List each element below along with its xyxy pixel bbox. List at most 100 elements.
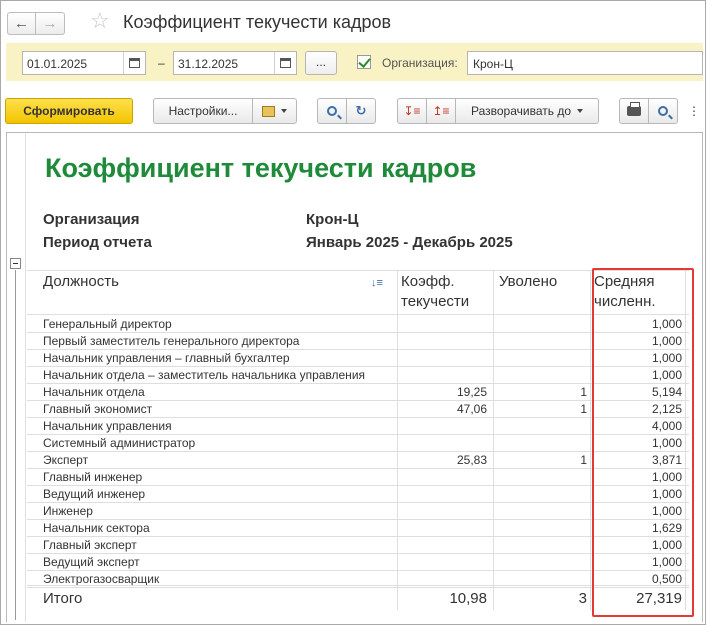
expand-to-button[interactable]: Разворачивать до (455, 98, 599, 124)
table-row[interactable]: Генеральный директор 1,000 (42, 316, 687, 333)
table-row[interactable]: Эксперт 25,83 1 3,871 (42, 452, 687, 469)
row-position: Эксперт (43, 453, 89, 467)
row-avg-headcount: 4,000 (651, 419, 682, 433)
chevron-down-icon (577, 109, 583, 113)
row-avg-headcount: 1,000 (651, 555, 682, 569)
total-row[interactable]: Итого 10,98 3 27,319 (42, 586, 687, 612)
table-row[interactable]: Ведущий эксперт 1,000 (42, 554, 687, 571)
printer-icon (627, 102, 641, 116)
row-avg-headcount: 1,000 (651, 470, 682, 484)
report-window: ← → ☆ Коэффициент текучести кадров 01.01… (0, 0, 706, 625)
table-row[interactable]: Ведущий инженер 1,000 (42, 486, 687, 503)
group-gutter (7, 133, 26, 622)
org-label: Организация (43, 211, 140, 228)
report-variant-button[interactable] (252, 98, 297, 124)
table-row[interactable]: Главный эксперт 1,000 (42, 537, 687, 554)
print-preview-icon (658, 106, 668, 116)
search-refresh-icon: ↻ (355, 103, 367, 118)
table-row[interactable]: Начальник управления 4,000 (42, 418, 687, 435)
sort-descending-button[interactable]: ↧≡ (397, 98, 427, 124)
organization-label: Организация: (382, 56, 458, 70)
period-value: Январь 2025 - Декабрь 2025 (306, 234, 513, 251)
sort-ascending-button[interactable]: ↥≡ (426, 98, 456, 124)
favorite-star-icon[interactable]: ☆ (90, 10, 110, 32)
total-label: Итого (43, 590, 83, 607)
table-row[interactable]: Главный инженер 1,000 (42, 469, 687, 486)
organization-checkbox[interactable] (357, 55, 371, 69)
sort-descending-icon: ↧≡ (403, 104, 421, 118)
row-turnover: 47,06 (456, 402, 487, 416)
print-button[interactable] (619, 98, 649, 124)
table-row[interactable]: Системный администратор 1,000 (42, 435, 687, 452)
table-row[interactable]: Начальник отдела – заместитель начальник… (42, 367, 687, 384)
table-row[interactable]: Начальник сектора 1,629 (42, 520, 687, 537)
arrow-right-icon: → (42, 15, 58, 32)
column-header-avg-headcount[interactable]: Средняя численн. (594, 272, 656, 312)
table-row[interactable]: Первый заместитель генерального директор… (42, 333, 687, 350)
row-position: Системный администратор (43, 436, 196, 450)
collapse-group-icon[interactable] (10, 258, 21, 269)
date-from-field[interactable]: 01.01.2025 (22, 51, 146, 75)
row-position: Инженер (43, 504, 93, 518)
forward-button[interactable]: → (36, 12, 65, 35)
back-button[interactable]: ← (7, 12, 36, 35)
settings-button[interactable]: Настройки... (153, 98, 253, 124)
column-header-turnover[interactable]: Коэфф. текучести (401, 272, 469, 312)
row-avg-headcount: 5,194 (651, 385, 682, 399)
search-button[interactable] (317, 98, 347, 124)
title-bar: ← → ☆ Коэффициент текучести кадров (1, 1, 705, 41)
column-header-position[interactable]: Должность (43, 272, 119, 292)
calendar-icon (129, 58, 140, 68)
search-next-button[interactable]: ↻ (346, 98, 376, 124)
row-avg-headcount: 1,000 (651, 317, 682, 331)
parameters-panel: 01.01.2025 – 31.12.2025 ... Организация:… (6, 43, 703, 81)
table-row[interactable]: Начальник управления – главный бухгалтер… (42, 350, 687, 367)
period-label: Период отчета (43, 234, 152, 251)
row-position: Ведущий инженер (43, 487, 146, 501)
sort-descending-icon[interactable]: ↓≡ (371, 277, 383, 289)
row-position: Главный экономист (43, 402, 153, 416)
row-position: Главный эксперт (43, 538, 137, 552)
column-header-fired[interactable]: Уволено (499, 272, 557, 292)
arrow-left-icon: ← (14, 15, 29, 32)
calendar-button[interactable] (123, 52, 145, 74)
total-fired: 3 (578, 590, 587, 607)
group-line (15, 270, 16, 620)
report-area: Коэффициент текучести кадров Организация… (6, 132, 703, 622)
row-position: Ведущий эксперт (43, 555, 140, 569)
search-icon (327, 106, 337, 116)
column-header-avg-line2: численн. (594, 293, 656, 310)
date-separator: – (158, 56, 165, 70)
period-select-button[interactable]: ... (305, 51, 337, 75)
organization-field[interactable]: Крон-Ц (467, 51, 703, 75)
table-row[interactable]: Начальник отдела 19,25 1 5,194 (42, 384, 687, 401)
row-avg-headcount: 1,000 (651, 368, 682, 382)
row-avg-headcount: 3,871 (651, 453, 682, 467)
print-preview-button[interactable] (648, 98, 678, 124)
row-fired: 1 (580, 402, 587, 416)
row-position: Начальник управления – главный бухгалтер (43, 351, 290, 365)
table-row[interactable]: Главный экономист 47,06 1 2,125 (42, 401, 687, 418)
column-header-turnover-line1: Коэфф. (401, 273, 455, 290)
organization-value: Крон-Ц (473, 57, 513, 71)
column-header-turnover-line2: текучести (401, 293, 470, 310)
row-position: Генеральный директор (43, 317, 172, 331)
calendar-button[interactable] (274, 52, 296, 74)
row-fired: 1 (580, 453, 587, 467)
row-position: Первый заместитель генерального директор… (43, 334, 300, 348)
row-avg-headcount: 1,000 (651, 351, 682, 365)
more-button[interactable]: ⋮ (684, 98, 704, 124)
date-to-field[interactable]: 31.12.2025 (173, 51, 297, 75)
calendar-icon (280, 58, 291, 68)
expand-to-label: Разворачивать до (470, 104, 571, 118)
table-row[interactable]: Инженер 1,000 (42, 503, 687, 520)
row-avg-headcount: 2,125 (651, 402, 682, 416)
generate-button[interactable]: Сформировать (5, 98, 133, 124)
row-position: Начальник отдела – заместитель начальник… (43, 368, 366, 382)
date-to-value: 31.12.2025 (178, 57, 239, 71)
report-title: Коэффициент текучести кадров (45, 153, 477, 183)
row-position: Начальник сектора (43, 521, 150, 535)
sort-ascending-icon: ↥≡ (432, 104, 450, 118)
row-position: Главный инженер (43, 470, 143, 484)
row-avg-headcount: 1,629 (651, 521, 682, 535)
